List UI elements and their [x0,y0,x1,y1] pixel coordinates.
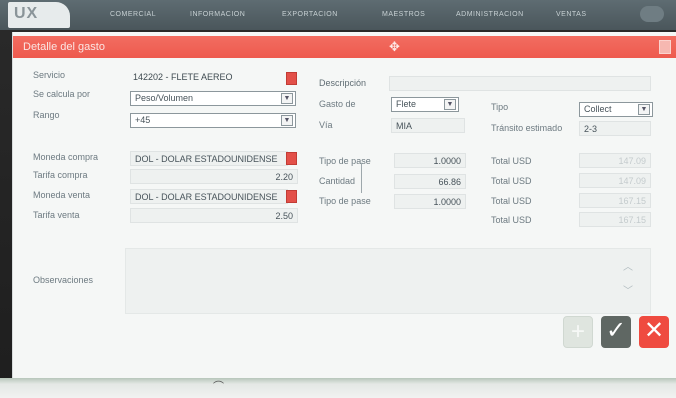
tipo-pase-2-field[interactable]: 1.0000 [394,194,466,209]
via-field[interactable]: MIA [391,118,465,133]
calcula-label: Se calcula por [33,89,91,99]
servicio-lookup-button[interactable] [286,72,297,85]
add-button[interactable]: + [563,316,593,348]
dialog-close-button[interactable] [659,40,671,54]
text-cursor [361,163,362,193]
descripcion-field[interactable] [389,76,651,91]
moneda-compra-lookup-button[interactable] [286,152,297,165]
moneda-compra-label: Moneda compra [33,152,99,162]
dialog-title: Detalle del gasto [23,41,105,53]
chevron-down-icon: ▼ [281,93,293,104]
tarifa-compra-label: Tarifa compra [33,170,88,180]
total-usd-field: 167.15 [579,193,651,208]
confirm-button[interactable]: ✓ [601,316,631,348]
chevron-down-icon: ▼ [444,99,456,110]
total-usd-field: 167.15 [579,212,651,227]
moneda-venta-label: Moneda venta [33,190,91,200]
calcula-select-value: Peso/Volumen [135,93,194,103]
moneda-venta-lookup-button[interactable] [286,190,297,203]
observaciones-textarea[interactable] [125,248,651,314]
rango-select-value: +45 [135,115,151,125]
rango-label: Rango [33,110,60,120]
tipo-pase-label: Tipo de pase [319,156,371,166]
nav-item-maestros[interactable]: MAESTROS [382,11,425,18]
total-usd-label: Total USD [491,156,532,166]
descripcion-label: Descripción [319,78,367,88]
rango-select[interactable]: +45 ▼ [130,113,296,128]
app-logo: UX [8,2,70,28]
transito-label: Tránsito estimado [491,123,563,133]
cantidad-field[interactable]: 66.86 [394,174,466,189]
servicio-value: 142202 - FLETE AEREO [133,72,233,82]
mouse-cursor-icon: ⌒ [213,381,224,393]
total-usd-label: Total USD [491,176,532,186]
total-usd-field: 147.09 [579,173,651,188]
user-menu-icon[interactable] [640,6,664,22]
gasto-de-select[interactable]: Flete ▼ [391,97,459,112]
tipo-pase-2-label: Tipo de pase [319,196,371,206]
observaciones-label: Observaciones [33,275,94,285]
total-usd-field: 147.09 [579,153,651,168]
transito-field[interactable]: 2-3 [579,121,651,136]
nav-item-comercial[interactable]: COMERCIAL [110,11,156,18]
move-icon[interactable]: ✥ [389,39,400,55]
tipo-select[interactable]: Collect ▼ [579,102,653,117]
dialog-header: Detalle del gasto ✥ [13,36,676,58]
chevron-down-icon: ▼ [281,115,293,126]
nav-item-exportacion[interactable]: EXPORTACION [282,11,338,18]
bottom-status-strip [0,378,676,398]
chevron-down-icon: ▼ [638,104,650,115]
scroll-up-icon[interactable]: ︿ [623,258,633,273]
servicio-label: Servicio [33,70,66,80]
cancel-button[interactable]: ✕ [639,316,669,348]
expense-detail-dialog: Detalle del gasto ✥ Servicio 142202 - FL… [12,32,676,378]
via-label: Vía [319,120,333,130]
gasto-de-select-value: Flete [396,99,417,109]
tipo-select-value: Collect [584,104,612,114]
total-usd-label: Total USD [491,215,532,225]
tarifa-venta-field[interactable]: 2.50 [130,208,298,223]
nav-item-administracion[interactable]: ADMINISTRACION [456,11,524,18]
moneda-compra-field[interactable]: DOL - DOLAR ESTADOUNIDENSE [130,151,288,166]
app-topbar: UX COMERCIAL INFORMACION EXPORTACION MAE… [0,0,676,30]
nav-item-ventas[interactable]: VENTAS [556,11,587,18]
tarifa-compra-field[interactable]: 2.20 [130,169,298,184]
nav-item-informacion[interactable]: INFORMACION [190,11,245,18]
tarifa-venta-label: Tarifa venta [33,210,80,220]
tipo-pase-field[interactable]: 1.0000 [394,153,466,168]
cantidad-label: Cantidad [319,176,356,186]
tipo-label: Tipo [491,102,509,112]
gasto-de-label: Gasto de [319,99,356,109]
total-usd-label: Total USD [491,196,532,206]
moneda-venta-field[interactable]: DOL - DOLAR ESTADOUNIDENSE [130,189,288,204]
calcula-select[interactable]: Peso/Volumen ▼ [130,91,296,106]
scroll-down-icon[interactable]: ﹀ [623,282,633,297]
